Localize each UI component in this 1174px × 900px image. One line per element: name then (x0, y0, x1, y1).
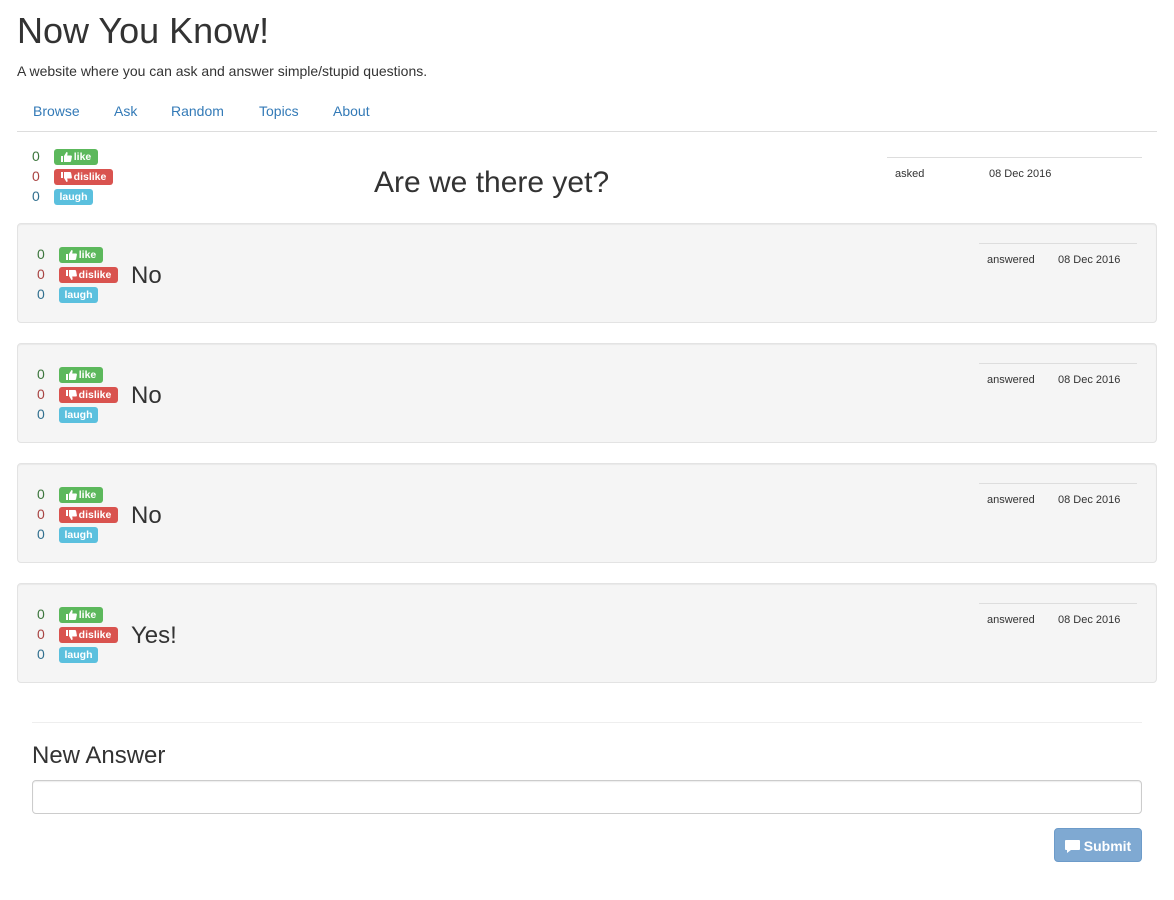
like-count: 0 (32, 148, 40, 164)
like-label: like (78, 489, 97, 501)
answer-card: 0 0 0 like dislike laugh No answered 08 … (17, 463, 1157, 563)
dislike-label: dislike (78, 389, 112, 401)
thumbs-up-icon (65, 610, 77, 620)
laugh-count: 0 (37, 286, 45, 302)
dislike-count: 0 (37, 506, 45, 522)
like-button[interactable]: like (59, 607, 103, 623)
dislike-count: 0 (37, 626, 45, 642)
laugh-button[interactable]: laugh (59, 527, 98, 543)
dislike-button[interactable]: dislike (54, 169, 113, 185)
thumbs-down-icon (60, 172, 72, 182)
thumbs-up-icon (60, 152, 72, 162)
meta-label: answered (987, 254, 1035, 266)
dislike-count: 0 (37, 266, 45, 282)
answer-card: 0 0 0 like dislike laugh No answered 08 … (17, 223, 1157, 323)
laugh-count: 0 (37, 646, 45, 662)
meta-date: 08 Dec 2016 (1058, 614, 1121, 626)
answer-text: No (131, 502, 162, 529)
answer-card: 0 0 0 like dislike laugh No answered 08 … (17, 343, 1157, 443)
answer-text: Yes! (131, 622, 177, 649)
dislike-button[interactable]: dislike (59, 267, 118, 283)
nav-ask[interactable]: Ask (114, 102, 137, 120)
dislike-button[interactable]: dislike (59, 627, 118, 643)
comment-icon (1064, 840, 1080, 853)
dislike-button[interactable]: dislike (59, 387, 118, 403)
answer-input[interactable] (32, 780, 1142, 814)
form-divider (32, 722, 1142, 723)
nav-topics[interactable]: Topics (259, 102, 299, 120)
like-label: like (73, 151, 92, 163)
meta-date: 08 Dec 2016 (1058, 494, 1121, 506)
laugh-count: 0 (37, 406, 45, 422)
like-label: like (78, 609, 97, 621)
site-subtitle: A website where you can ask and answer s… (17, 63, 428, 79)
thumbs-up-icon (65, 490, 77, 500)
answer-text: No (131, 382, 162, 409)
meta-label: asked (895, 168, 925, 180)
laugh-button[interactable]: laugh (59, 647, 98, 663)
thumbs-down-icon (65, 630, 77, 640)
submit-button[interactable]: Submit (1054, 828, 1142, 862)
dislike-count: 0 (32, 168, 40, 184)
like-count: 0 (37, 486, 45, 502)
question-meta: asked 08 Dec 2016 (887, 157, 1142, 187)
thumbs-down-icon (65, 390, 77, 400)
answer-card: 0 0 0 like dislike laugh Yes! answered 0… (17, 583, 1157, 683)
dislike-button[interactable]: dislike (59, 507, 118, 523)
meta-date: 08 Dec 2016 (989, 168, 1052, 180)
like-button[interactable]: like (54, 149, 98, 165)
meta-date: 08 Dec 2016 (1058, 374, 1121, 386)
laugh-count: 0 (37, 526, 45, 542)
nav-browse[interactable]: Browse (33, 102, 80, 120)
like-count: 0 (37, 246, 45, 262)
like-count: 0 (37, 366, 45, 382)
dislike-label: dislike (78, 269, 112, 281)
like-button[interactable]: like (59, 247, 103, 263)
answer-text: No (131, 262, 162, 289)
answer-meta: answered 08 Dec 2016 (979, 603, 1137, 633)
site-title: Now You Know! (17, 10, 270, 51)
thumbs-up-icon (65, 250, 77, 260)
laugh-button[interactable]: laugh (59, 287, 98, 303)
new-answer-heading: New Answer (32, 742, 166, 769)
nav-about[interactable]: About (333, 102, 370, 120)
nav-random[interactable]: Random (171, 102, 224, 120)
thumbs-down-icon (65, 270, 77, 280)
answer-meta: answered 08 Dec 2016 (979, 363, 1137, 393)
meta-date: 08 Dec 2016 (1058, 254, 1121, 266)
meta-label: answered (987, 374, 1035, 386)
nav-tabs: Browse Ask Random Topics About (17, 90, 1157, 132)
like-label: like (78, 369, 97, 381)
like-count: 0 (37, 606, 45, 622)
thumbs-down-icon (65, 510, 77, 520)
question-title: Are we there yet? (374, 166, 610, 199)
dislike-label: dislike (78, 629, 112, 641)
thumbs-up-icon (65, 370, 77, 380)
laugh-button[interactable]: laugh (54, 189, 93, 205)
like-button[interactable]: like (59, 487, 103, 503)
answer-meta: answered 08 Dec 2016 (979, 243, 1137, 273)
like-label: like (78, 249, 97, 261)
meta-label: answered (987, 494, 1035, 506)
laugh-count: 0 (32, 188, 40, 204)
dislike-label: dislike (78, 509, 112, 521)
answer-meta: answered 08 Dec 2016 (979, 483, 1137, 513)
meta-label: answered (987, 614, 1035, 626)
laugh-button[interactable]: laugh (59, 407, 98, 423)
dislike-count: 0 (37, 386, 45, 402)
like-button[interactable]: like (59, 367, 103, 383)
submit-label: Submit (1083, 838, 1132, 854)
dislike-label: dislike (73, 171, 107, 183)
